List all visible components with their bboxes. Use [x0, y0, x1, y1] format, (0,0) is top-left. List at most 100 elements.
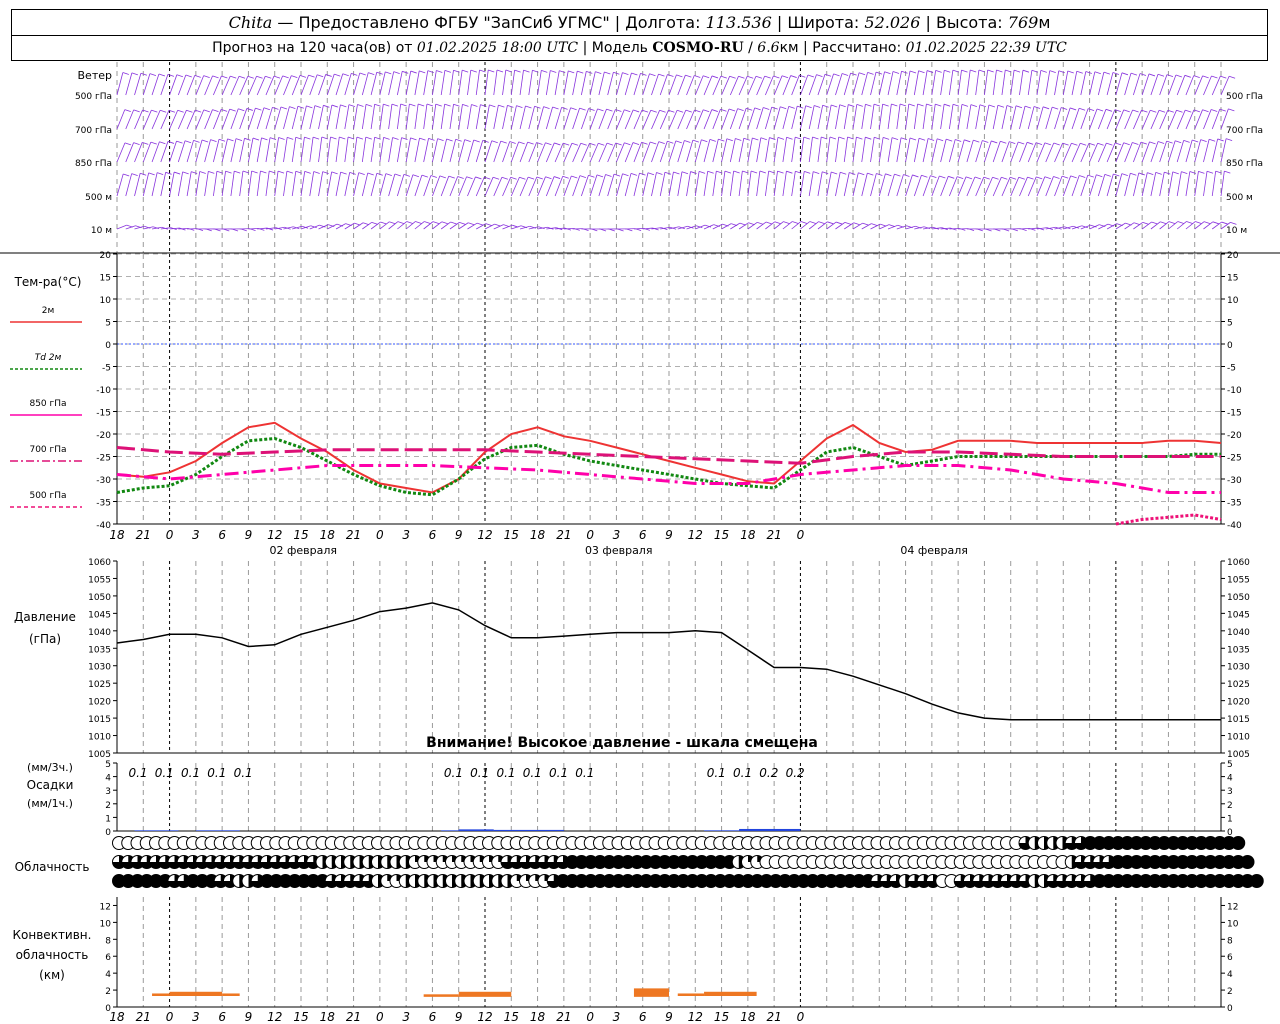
wind-barb: [1089, 108, 1098, 130]
wind-barb: [361, 137, 367, 163]
wind-barb: [852, 137, 857, 163]
wind-barb: [169, 110, 179, 130]
wind-barb-flag: [367, 172, 374, 176]
wind-barb: [791, 75, 800, 96]
wind-barb-flag: [1121, 173, 1128, 176]
conv-tick-label-left: 10: [100, 919, 112, 929]
wind-barb-flag: [1123, 109, 1130, 113]
wind-barb-flag: [1185, 109, 1192, 113]
wind-barb: [589, 71, 596, 96]
wind-barb-flag: [844, 221, 852, 225]
wind-barb-flag: [771, 106, 778, 110]
conv-bar: [222, 993, 240, 996]
wind-barb-flag: [419, 70, 426, 74]
wind-barb-flag: [304, 170, 311, 174]
wind-barb-flag: [450, 221, 457, 225]
wind-barb-flag: [330, 136, 337, 140]
wind-barb-flag: [1139, 73, 1147, 76]
wind-barb-flag: [974, 176, 982, 180]
wind-barb: [186, 109, 196, 130]
wind-barb-flag: [509, 141, 516, 144]
wind-barb: [1141, 110, 1151, 130]
wind-barb: [1045, 176, 1054, 197]
temp-tick-label-right: 5: [1227, 319, 1233, 329]
wind-barb: [300, 137, 305, 163]
wind-barb: [449, 139, 457, 163]
wind-barb-flag: [918, 70, 925, 74]
wind-barb-flag: [331, 171, 338, 175]
wind-barb: [493, 69, 498, 96]
wind-barb: [256, 170, 261, 197]
conv-x-tick-label: 0: [166, 1010, 174, 1024]
wind-level-label-left: 700 гПа: [75, 126, 112, 136]
wind-barb: [808, 171, 814, 197]
wind-barb: [256, 137, 262, 163]
wind-barb: [1019, 142, 1028, 163]
wind-barb-flag: [1130, 72, 1138, 76]
temp-tick-label-right: -15: [1227, 409, 1242, 419]
temp-tick-label-right: -25: [1227, 454, 1242, 464]
wind-barb-flag: [664, 171, 672, 175]
wind-barb: [940, 176, 949, 197]
temp-x-tick-label: 18: [530, 528, 546, 542]
wind-barb-flag: [656, 172, 663, 175]
wind-barb-flag: [410, 137, 417, 141]
wind-barb-flag: [707, 170, 714, 174]
wind-barb: [1185, 139, 1193, 163]
wind-barb: [160, 74, 169, 96]
wind-barb: [212, 171, 218, 197]
wind-barb: [335, 172, 342, 197]
wind-barb-flag: [1027, 176, 1034, 180]
wind-barb-flag: [1217, 138, 1224, 142]
wind-barb: [1159, 172, 1165, 197]
wind-barb-flag: [225, 170, 232, 174]
wind-barb-flag: [1044, 142, 1052, 146]
wind-barb: [966, 176, 976, 197]
wind-barb-flag: [738, 75, 745, 79]
wind-barb-flag: [212, 109, 219, 113]
wind-barb: [1115, 173, 1123, 197]
wind-barb: [686, 109, 695, 130]
wind-barb-flag: [604, 71, 611, 75]
wind-barb: [414, 138, 420, 163]
wind-barb: [502, 141, 511, 163]
wind-barb-flag: [167, 141, 175, 144]
wind-barb: [642, 73, 650, 96]
wind-barb: [467, 176, 476, 197]
wind-barb: [1176, 171, 1182, 197]
precip-3h-label: 0.1: [733, 766, 752, 780]
wind-barb: [948, 139, 956, 163]
wind-barb: [572, 108, 580, 130]
wind-barb: [764, 171, 770, 197]
wind-barb: [598, 142, 608, 163]
wind-barb-flag: [1168, 221, 1176, 224]
pres-tick-label-right: 1015: [1227, 715, 1250, 725]
wind-barb-flag: [613, 173, 621, 177]
wind-barb-flag: [1225, 138, 1233, 142]
wind-barb-flag: [432, 221, 440, 225]
wind-barb: [344, 136, 349, 163]
wind-barb: [1062, 107, 1071, 130]
wind-barb: [265, 107, 273, 130]
wind-barb-flag: [939, 175, 946, 179]
wind-barb: [1168, 140, 1176, 163]
wind-barb: [1080, 71, 1087, 96]
conv-x-tick-label: 0: [376, 1010, 384, 1024]
wind-barb-flag: [1121, 72, 1129, 76]
wind-barb: [388, 137, 393, 163]
wind-barb-flag: [711, 75, 719, 79]
wind-barb: [116, 224, 127, 230]
precip-3h-label: 0.1: [707, 766, 726, 780]
wind-barb: [379, 104, 384, 130]
wind-barb-flag: [964, 139, 971, 143]
wind-barb: [1080, 143, 1090, 163]
wind-barb: [563, 107, 571, 130]
wind-title: Ветер: [78, 69, 112, 82]
wind-level-label-left: 500 гПа: [75, 92, 112, 102]
wind-barb-flag: [865, 136, 872, 140]
wind-barb: [922, 175, 931, 197]
conv-tick-label-right: 10: [1227, 919, 1239, 929]
wind-barb-flag: [1157, 141, 1165, 144]
precip-tick-label-right: 4: [1227, 774, 1233, 784]
wind-barb: [563, 143, 573, 163]
